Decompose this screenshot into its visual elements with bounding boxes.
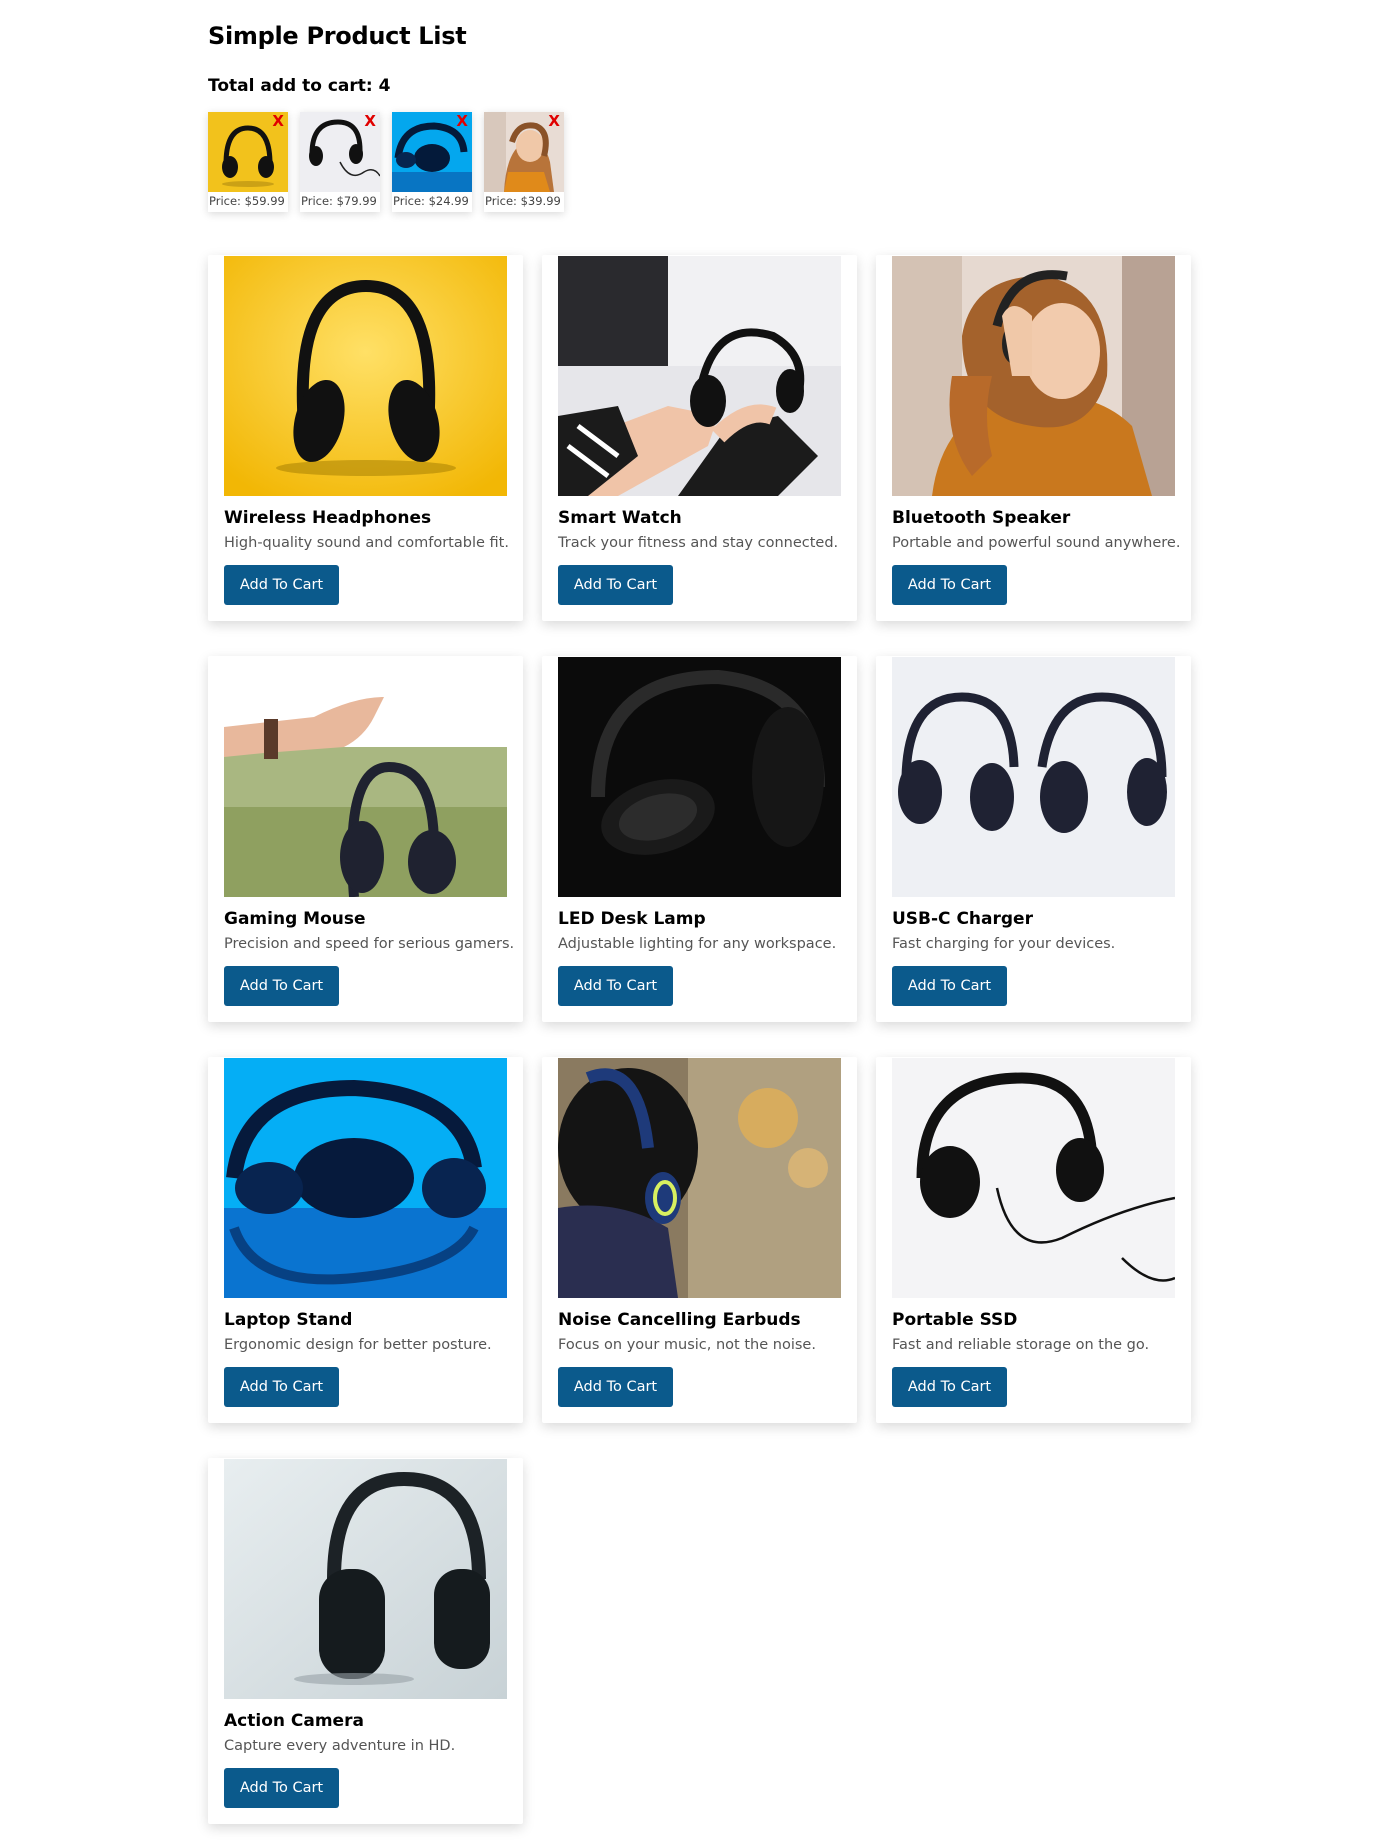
product-card: Wireless Headphones High-quality sound a… [208,255,523,621]
blue-headphones-image [224,1058,507,1298]
product-image [224,256,507,496]
add-to-cart-button[interactable]: Add To Cart [224,1768,339,1808]
add-to-cart-button[interactable]: Add To Cart [892,966,1007,1006]
product-name: Laptop Stand [224,1310,353,1330]
product-description: Ergonomic design for better posture. [224,1337,492,1353]
add-to-cart-button[interactable]: Add To Cart [224,966,339,1006]
cart-item: X Price: $39.99 [484,112,564,212]
product-image [224,1058,507,1298]
product-image [224,657,507,897]
product-card: Bluetooth Speaker Portable and powerful … [876,255,1191,621]
product-image [558,657,841,897]
product-description: Capture every adventure in HD. [224,1738,456,1754]
page-title: Simple Product List [208,22,467,50]
product-image [224,1459,507,1699]
cart-total: Total add to cart: 4 [208,76,391,96]
product-name: Bluetooth Speaker [892,508,1071,528]
product-name: Portable SSD [892,1310,1018,1330]
white-headphones-image [892,1058,1175,1298]
product-image [558,1058,841,1298]
person-headphones-image [558,1058,841,1298]
product-description: Fast and reliable storage on the go. [892,1337,1150,1353]
product-card: LED Desk Lamp Adjustable lighting for an… [542,656,857,1022]
remove-item-button[interactable]: X [364,113,376,129]
add-to-cart-button[interactable]: Add To Cart [224,1367,339,1407]
cart-item: X Price: $24.99 [392,112,472,212]
cart-item-price: Price: $79.99 [301,194,377,208]
two-headphones-image [892,657,1175,897]
headphones-image [224,256,507,496]
add-to-cart-button[interactable]: Add To Cart [558,966,673,1006]
product-description: Focus on your music, not the noise. [558,1337,816,1353]
add-to-cart-button[interactable]: Add To Cart [892,565,1007,605]
product-description: Fast charging for your devices. [892,936,1116,952]
cart-item-price: Price: $24.99 [393,194,469,208]
cart-item: X Price: $59.99 [208,112,288,212]
hand-holding-headphones-image [224,657,507,897]
add-to-cart-button[interactable]: Add To Cart [558,1367,673,1407]
product-card: Action Camera Capture every adventure in… [208,1458,523,1824]
remove-item-button[interactable]: X [456,113,468,129]
add-to-cart-button[interactable]: Add To Cart [892,1367,1007,1407]
woman-headphones-image [892,256,1175,496]
product-image [892,256,1175,496]
product-image [892,1058,1175,1298]
product-name: Smart Watch [558,508,682,528]
product-card: Smart Watch Track your fitness and stay … [542,255,857,621]
gray-headphones-image [224,1459,507,1699]
product-name: Gaming Mouse [224,909,366,929]
product-name: USB-C Charger [892,909,1033,929]
add-to-cart-button[interactable]: Add To Cart [224,565,339,605]
remove-item-button[interactable]: X [548,113,560,129]
dark-headphones-image [558,657,841,897]
cart-item: X Price: $79.99 [300,112,380,212]
product-name: Action Camera [224,1711,364,1731]
product-name: LED Desk Lamp [558,909,706,929]
remove-item-button[interactable]: X [272,113,284,129]
add-to-cart-button[interactable]: Add To Cart [558,565,673,605]
cart-item-price: Price: $39.99 [485,194,561,208]
product-card: Portable SSD Fast and reliable storage o… [876,1057,1191,1423]
product-description: Track your fitness and stay connected. [558,535,839,551]
product-name: Noise Cancelling Earbuds [558,1310,801,1330]
product-card: Noise Cancelling Earbuds Focus on your m… [542,1057,857,1423]
product-description: High-quality sound and comfortable fit. [224,535,509,551]
product-card: USB-C Charger Fast charging for your dev… [876,656,1191,1022]
product-name: Wireless Headphones [224,508,432,528]
product-description: Portable and powerful sound anywhere. [892,535,1181,551]
product-image [558,256,841,496]
product-image [892,657,1175,897]
product-description: Precision and speed for serious gamers. [224,936,515,952]
product-card: Laptop Stand Ergonomic design for better… [208,1057,523,1423]
hands-headphones-image [558,256,841,496]
product-card: Gaming Mouse Precision and speed for ser… [208,656,523,1022]
product-description: Adjustable lighting for any workspace. [558,936,837,952]
cart-item-price: Price: $59.99 [209,194,285,208]
